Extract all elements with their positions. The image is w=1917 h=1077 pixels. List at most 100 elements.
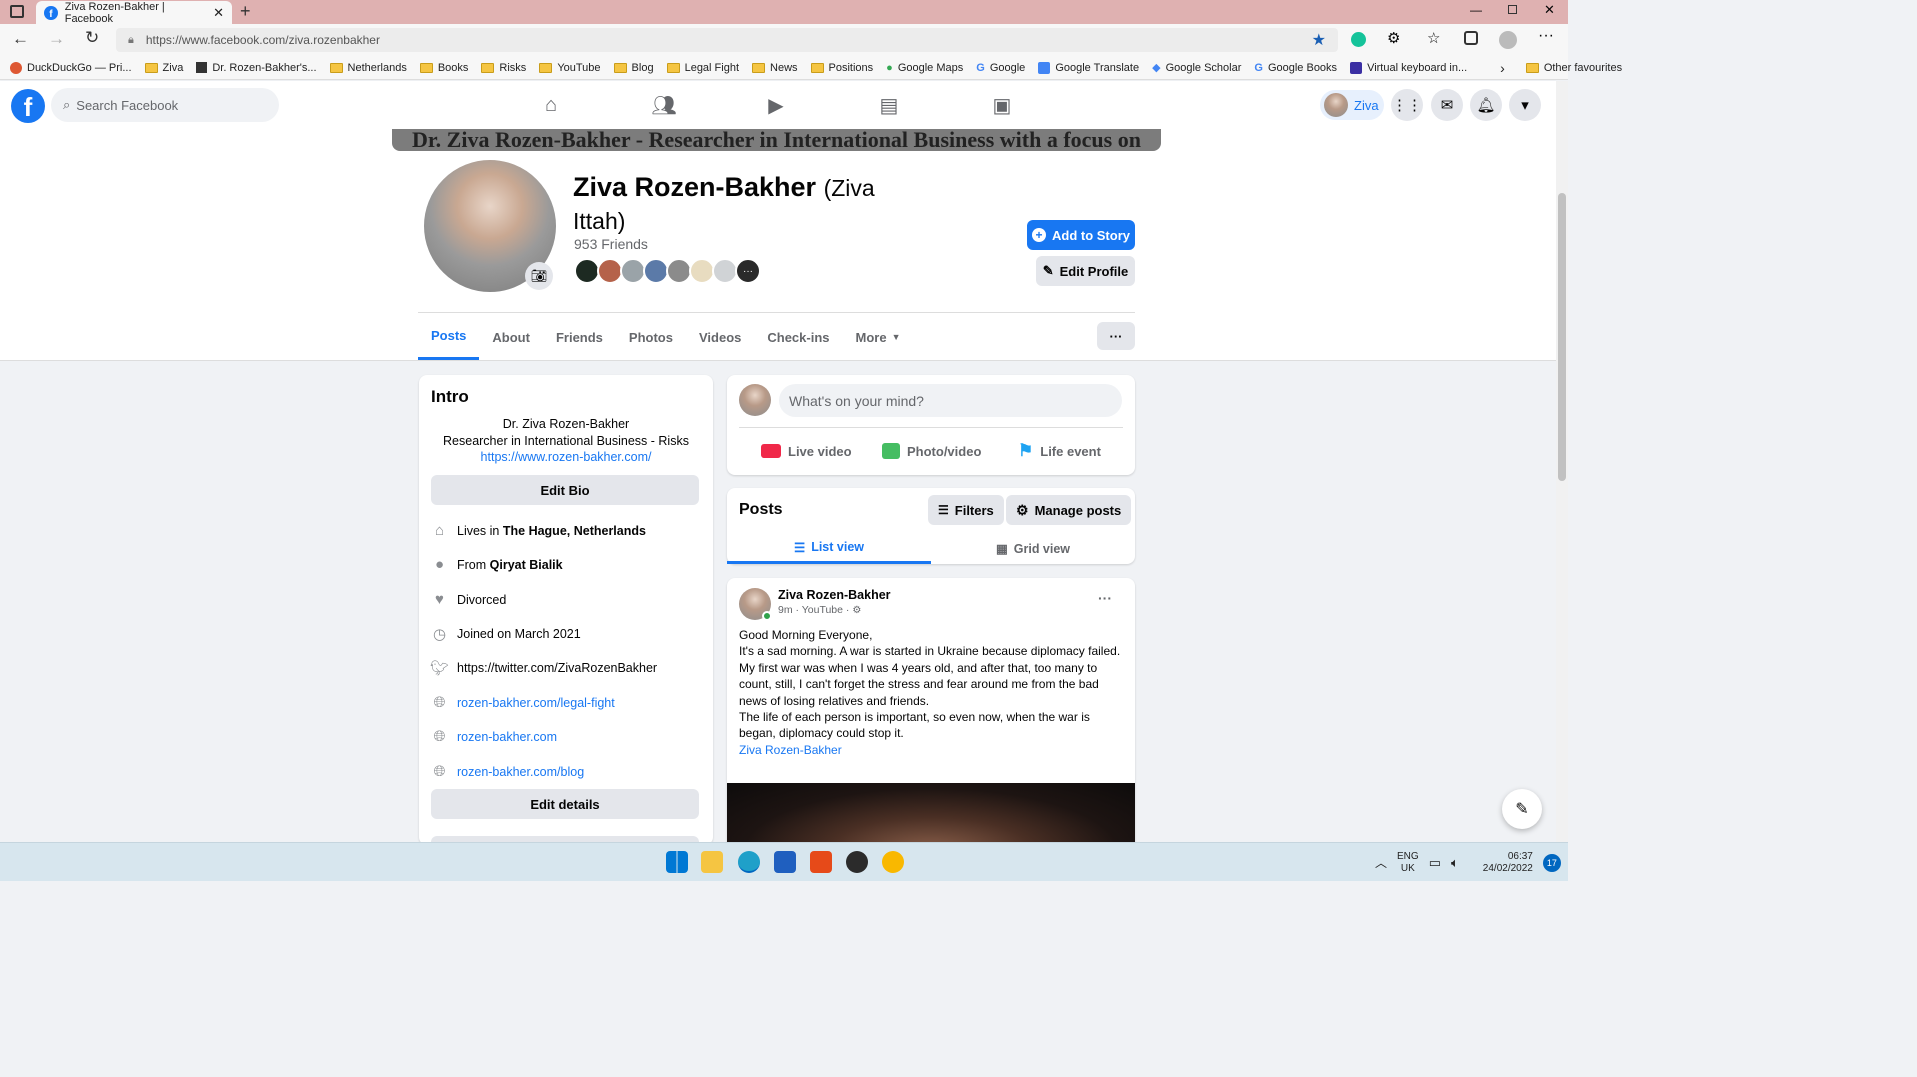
- friends-nav-icon[interactable]: 👥︎: [634, 89, 694, 121]
- bio-link[interactable]: https://www.rozen-bakher.com/: [481, 450, 652, 464]
- gaming-nav-icon[interactable]: ▣: [972, 89, 1032, 121]
- friends-count[interactable]: 953 Friends: [574, 236, 648, 252]
- home-nav-icon[interactable]: ⌂: [521, 89, 581, 121]
- notifications-bell-icon[interactable]: 🔔︎: [1470, 89, 1502, 121]
- bookmark-google-maps[interactable]: ● Google Maps: [886, 62, 963, 74]
- life-event-button[interactable]: ⚑ Life event: [1018, 435, 1101, 467]
- tab-actions-icon[interactable]: [10, 5, 24, 18]
- bookmark-legal-fight[interactable]: Legal Fight: [666, 62, 739, 74]
- tray-chevron-up-icon[interactable]: ︿: [1375, 854, 1387, 871]
- cover-photo[interactable]: Dr. Ziva Rozen-Bakher - Researcher in In…: [392, 129, 1161, 151]
- more-friends-icon[interactable]: ···: [735, 258, 761, 284]
- bookmark-books[interactable]: Books: [419, 62, 468, 74]
- url-bar[interactable]: 🔒︎ https://www.facebook.com/ziva.rozenba…: [116, 28, 1338, 52]
- minimize-icon[interactable]: —: [1470, 3, 1482, 17]
- bio: Dr. Ziva Rozen-Bakher Researcher in Inte…: [419, 416, 713, 466]
- back-icon[interactable]: ←: [12, 29, 29, 49]
- filters-button[interactable]: ☰ Filters: [928, 495, 1004, 525]
- scrollbar-thumb[interactable]: [1558, 193, 1566, 481]
- close-window-icon[interactable]: ✕: [1544, 2, 1555, 18]
- watch-nav-icon[interactable]: ▶︎: [746, 89, 806, 121]
- new-message-icon[interactable]: ✎: [1502, 789, 1542, 829]
- messenger-icon[interactable]: ✉: [1431, 89, 1463, 121]
- privacy-globe-icon: ⚙: [852, 604, 862, 616]
- account-chevron-down-icon[interactable]: ▾: [1509, 89, 1541, 121]
- favorites-icon[interactable]: ☆: [1427, 29, 1440, 47]
- edge-browser-icon[interactable]: [738, 851, 760, 873]
- profile-shortcut[interactable]: Ziva: [1320, 90, 1384, 120]
- tab-photos[interactable]: Photos: [616, 314, 686, 360]
- page-scrollbar[interactable]: [1556, 81, 1568, 842]
- live-video-button[interactable]: Live video: [761, 435, 852, 467]
- tab-posts[interactable]: Posts: [418, 314, 480, 360]
- profile-icon[interactable]: [1499, 31, 1517, 49]
- grammarly-icon[interactable]: [1351, 32, 1366, 47]
- bookmark-blog[interactable]: Blog: [613, 62, 654, 74]
- close-tab-icon[interactable]: ✕: [213, 5, 224, 21]
- facebook-logo-icon[interactable]: f: [11, 89, 45, 123]
- whats-on-your-mind-input[interactable]: What's on your mind?: [779, 384, 1122, 417]
- bookmark-google-translate[interactable]: Google Translate: [1038, 61, 1139, 74]
- favorite-star-icon[interactable]: ★: [1312, 30, 1326, 50]
- tab-check-ins[interactable]: Check-ins: [754, 314, 842, 360]
- file-explorer-icon[interactable]: [701, 851, 723, 873]
- network-icon[interactable]: ▭: [1429, 855, 1441, 871]
- bookmark-dr-rozen-bakher[interactable]: Dr. Rozen-Bakher's...: [196, 62, 317, 74]
- post-author[interactable]: Ziva Rozen-Bakher: [778, 588, 891, 602]
- camera-icon[interactable]: 📷︎: [525, 262, 553, 290]
- tab-videos[interactable]: Videos: [686, 314, 754, 360]
- edit-profile-button[interactable]: ✎ Edit Profile: [1036, 256, 1135, 286]
- edit-details-button[interactable]: Edit details: [431, 789, 699, 819]
- new-tab-icon[interactable]: +: [240, 1, 251, 22]
- extensions-icon[interactable]: ⚙: [1387, 29, 1400, 47]
- manage-posts-button[interactable]: ⚙ Manage posts: [1006, 495, 1132, 525]
- post-video-thumbnail[interactable]: [727, 783, 1135, 845]
- flag-icon: ⚑: [1018, 441, 1034, 460]
- bookmark-duckduckgo[interactable]: DuckDuckGo — Pri...: [10, 61, 132, 74]
- profile-more-options-button[interactable]: ···: [1097, 322, 1135, 350]
- bookmark-google-scholar[interactable]: ◆ Google Scholar: [1152, 61, 1241, 75]
- tab-more[interactable]: More ▼: [843, 314, 914, 360]
- grid-icon: ▦: [995, 542, 1008, 556]
- clock[interactable]: 06:37 24/02/2022: [1483, 851, 1533, 875]
- search-input[interactable]: ⌕ Search Facebook: [51, 88, 279, 122]
- settings-more-icon[interactable]: ···: [1538, 27, 1554, 45]
- bookmark-netherlands[interactable]: Netherlands: [329, 62, 407, 74]
- bookmark-ziva[interactable]: Ziva: [144, 62, 183, 74]
- avatar[interactable]: [739, 384, 771, 416]
- bookmark-news[interactable]: News: [752, 62, 798, 74]
- bookmark-youtube[interactable]: YouTube: [539, 62, 601, 74]
- volume-icon[interactable]: 🔈︎: [1451, 855, 1459, 871]
- store-icon[interactable]: [774, 851, 796, 873]
- tab-about[interactable]: About: [479, 314, 543, 360]
- bookmark-google[interactable]: G Google: [976, 62, 1025, 74]
- grid-view-tab[interactable]: ▦ Grid view: [931, 533, 1135, 564]
- bookmark-google-books[interactable]: G Google Books: [1254, 62, 1337, 74]
- bookmark-risks[interactable]: Risks: [481, 62, 526, 74]
- post-tag-link[interactable]: Ziva Rozen-Bakher: [739, 742, 1123, 758]
- restore-icon[interactable]: [1508, 5, 1517, 14]
- browser-tab[interactable]: f Ziva Rozen-Bakher | Facebook ✕: [36, 1, 232, 25]
- bookmarks-overflow-icon[interactable]: ›: [1500, 60, 1505, 76]
- profile-tabs: Posts About Friends Photos Videos Check-…: [418, 314, 914, 360]
- bookmark-virtual-keyboard[interactable]: Virtual keyboard in...: [1350, 61, 1467, 74]
- notification-badge[interactable]: 17: [1542, 853, 1561, 872]
- language-indicator[interactable]: ENG UK: [1397, 851, 1419, 875]
- bookmark-positions[interactable]: Positions: [810, 62, 873, 74]
- post-options-icon[interactable]: ···: [1098, 590, 1112, 606]
- collections-icon[interactable]: [1464, 31, 1478, 45]
- office-icon[interactable]: [810, 851, 832, 873]
- photo-video-button[interactable]: Photo/video: [882, 435, 981, 467]
- edit-bio-button[interactable]: Edit Bio: [431, 475, 699, 505]
- tab-friends[interactable]: Friends: [543, 314, 616, 360]
- menu-grid-icon[interactable]: ⋮⋮: [1391, 89, 1423, 121]
- sticky-app-icon[interactable]: [882, 851, 904, 873]
- list-view-tab[interactable]: ☰ List view: [727, 533, 931, 564]
- windows-start-icon[interactable]: [666, 851, 688, 873]
- forward-icon[interactable]: →: [48, 29, 65, 49]
- refresh-icon[interactable]: ↻: [85, 28, 99, 48]
- other-favourites[interactable]: Other favourites: [1525, 62, 1622, 74]
- add-to-story-button[interactable]: + Add to Story: [1027, 220, 1135, 250]
- obs-icon[interactable]: [846, 851, 868, 873]
- marketplace-nav-icon[interactable]: ▤: [859, 89, 919, 121]
